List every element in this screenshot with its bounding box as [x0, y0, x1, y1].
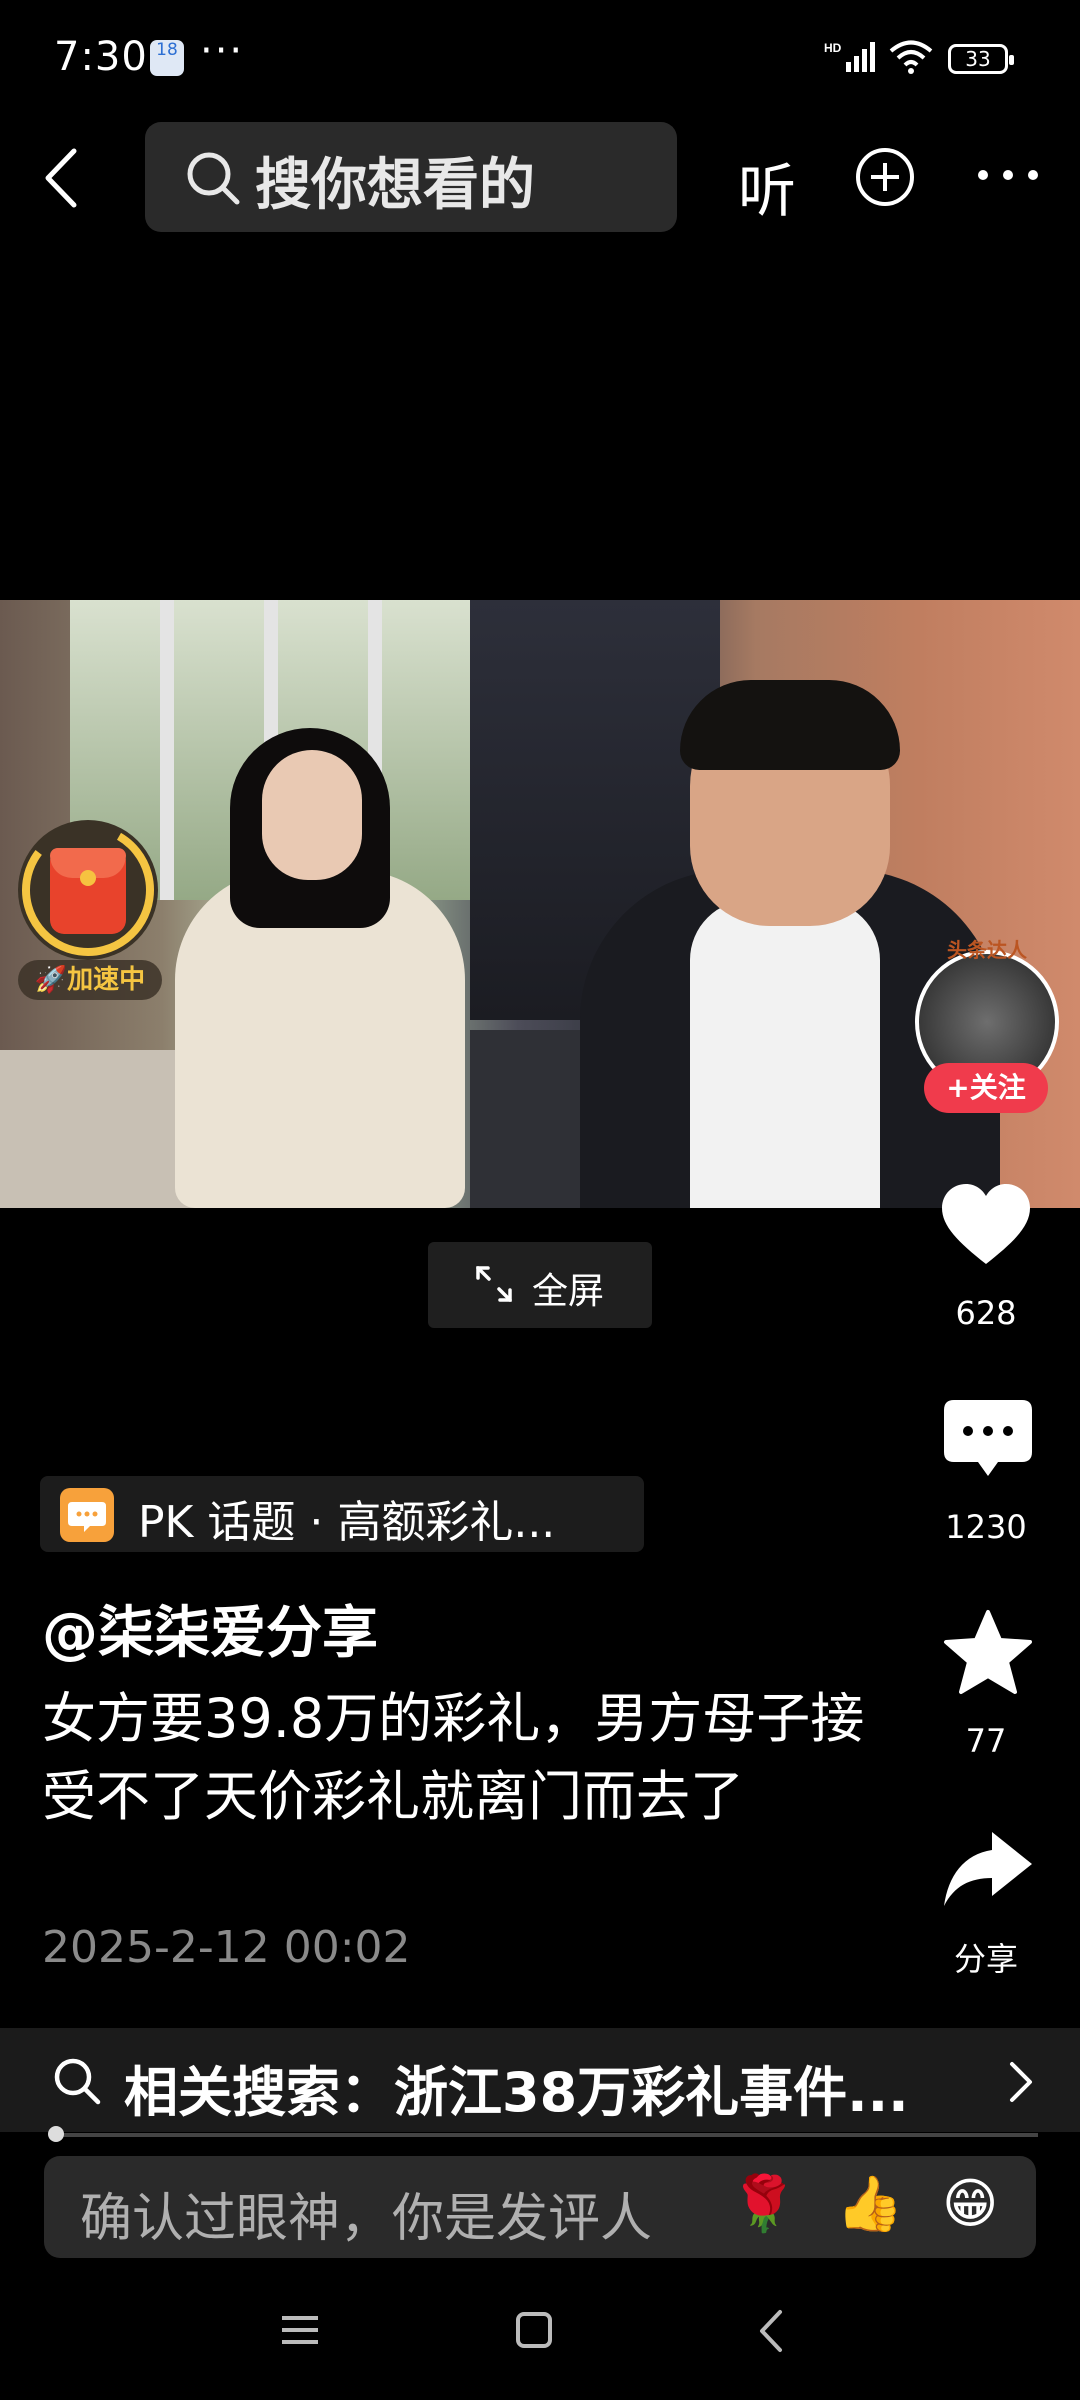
related-search-text[interactable]: 相关搜索：浙江38万彩礼事件...: [124, 2048, 909, 2127]
grin-emoji-button[interactable]: 😁: [942, 2172, 998, 2235]
listen-button[interactable]: 听: [738, 144, 796, 228]
status-time: 7:30: [54, 34, 148, 80]
share-label: 分享: [953, 1940, 1018, 1978]
more-notifications-indicator: ···: [200, 28, 245, 74]
battery-icon: 33: [948, 44, 1014, 74]
back-button[interactable]: [40, 145, 84, 211]
back-icon: [45, 148, 77, 208]
nav-back-icon[interactable]: [756, 2308, 786, 2354]
chevron-right-icon[interactable]: [1006, 2060, 1036, 2104]
author-name[interactable]: @柒柒爱分享: [42, 1588, 378, 1669]
heart-icon[interactable]: [938, 1180, 1034, 1270]
favorite-count: 77: [965, 1722, 1007, 1760]
recents-menu-icon[interactable]: [280, 2310, 320, 2350]
more-icon[interactable]: [978, 160, 1038, 190]
fullscreen-label[interactable]: 全屏: [532, 1262, 604, 1314]
video-woman-face: [262, 750, 362, 880]
calendar-notification-icon: 18: [150, 40, 184, 76]
network-type: HD: [824, 41, 842, 55]
post-date: 2025-2-12 00:02: [42, 1922, 411, 1973]
avatar-badge: 头条达人: [947, 938, 1027, 962]
rose-emoji-button[interactable]: 🌹: [730, 2172, 797, 2236]
follow-button[interactable]: +关注: [924, 1063, 1048, 1113]
comment-placeholder[interactable]: 确认过眼神，你是发评人: [80, 2176, 652, 2251]
star-icon[interactable]: [940, 1608, 1036, 1698]
topic-chat-icon: [60, 1488, 114, 1542]
fullscreen-icon: [474, 1264, 514, 1304]
search-icon: [52, 2056, 102, 2106]
comment-icon[interactable]: [940, 1396, 1036, 1486]
video-man-hair: [680, 680, 900, 770]
home-icon[interactable]: [516, 2312, 552, 2348]
post-description: 女方要39.8万的彩礼，男方母子接受不了天价彩礼就离门而去了: [42, 1687, 865, 1828]
like-count: 628: [955, 1294, 1017, 1332]
share-icon[interactable]: [940, 1826, 1036, 1916]
wifi-icon: [888, 38, 934, 76]
comment-count: 1230: [945, 1508, 1027, 1546]
signal-icon: HD: [824, 40, 876, 74]
search-icon: [185, 150, 241, 206]
video-man-shirt: [690, 900, 880, 1208]
thumbs-up-emoji-button[interactable]: 👍: [836, 2172, 903, 2236]
search-placeholder[interactable]: 搜你想看的: [255, 140, 535, 221]
video-player[interactable]: [0, 600, 1080, 1208]
video-chair: [470, 1030, 590, 1208]
plus-circle-icon[interactable]: [856, 148, 914, 206]
progress-handle[interactable]: [48, 2126, 64, 2142]
topic-label[interactable]: PK 话题 · 高额彩礼...: [138, 1486, 555, 1550]
red-packet-icon[interactable]: [50, 848, 126, 934]
video-progress-bar[interactable]: [52, 2133, 1038, 2137]
red-packet-label: 🚀加速中: [18, 960, 162, 1000]
